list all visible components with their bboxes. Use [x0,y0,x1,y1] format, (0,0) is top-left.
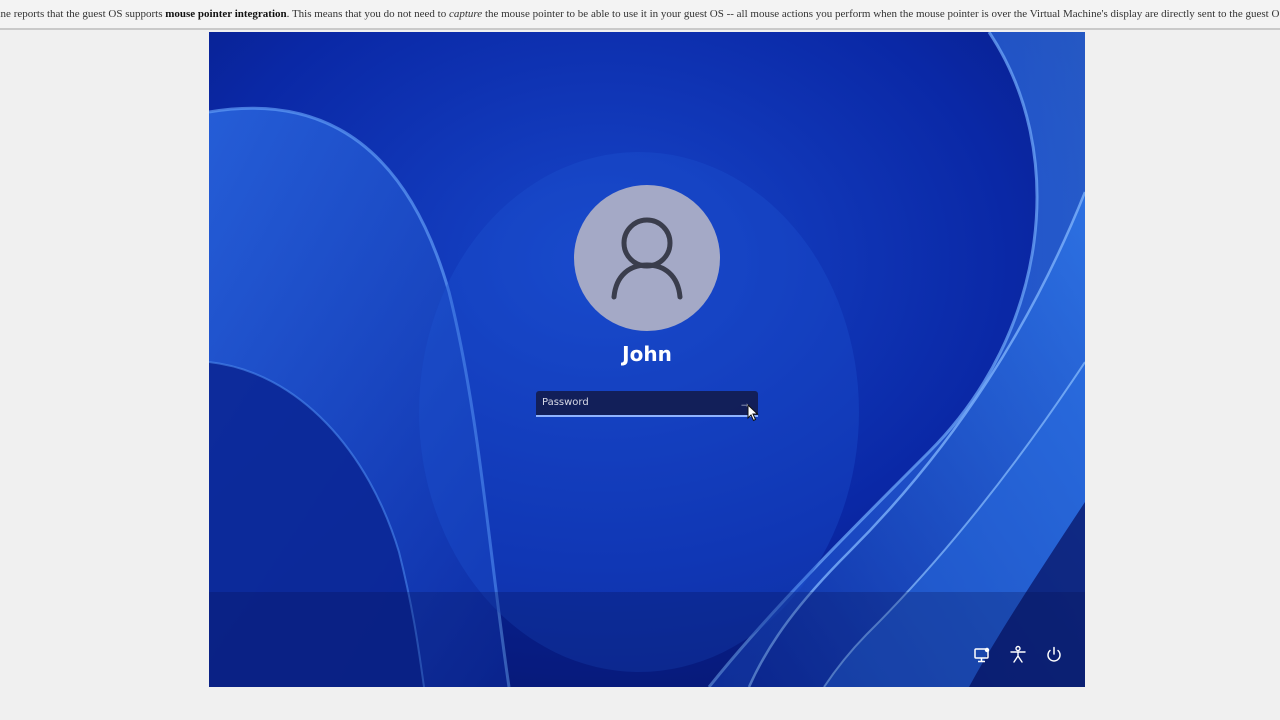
user-avatar [574,185,720,331]
notice-suffix: the mouse pointer to be able to use it i… [482,8,1280,20]
password-field[interactable]: Password → [536,391,758,417]
password-placeholder: Password [542,397,589,408]
user-silhouette-icon [611,217,683,300]
notice-prefix: hine reports that the guest OS supports [0,8,166,20]
vm-display[interactable]: John Password → [209,32,1085,687]
username-label: John [622,342,672,366]
network-icon [974,647,990,663]
mouse-cursor-icon [747,404,759,422]
notice-text: hine reports that the guest OS supports … [0,0,1280,28]
mouse-integration-notice-bar: hine reports that the guest OS supports … [0,0,1280,30]
accessibility-icon [1010,645,1026,663]
network-button[interactable] [971,644,993,666]
bottom-right-controls [965,644,1075,666]
power-icon [1047,646,1061,662]
notice-bold-term: mouse pointer integration [165,8,287,20]
notice-italic-term: capture [448,8,483,20]
power-button[interactable] [1043,644,1065,666]
notice-middle: . This means that you do not need to [286,8,449,20]
accessibility-button[interactable] [1007,644,1029,666]
